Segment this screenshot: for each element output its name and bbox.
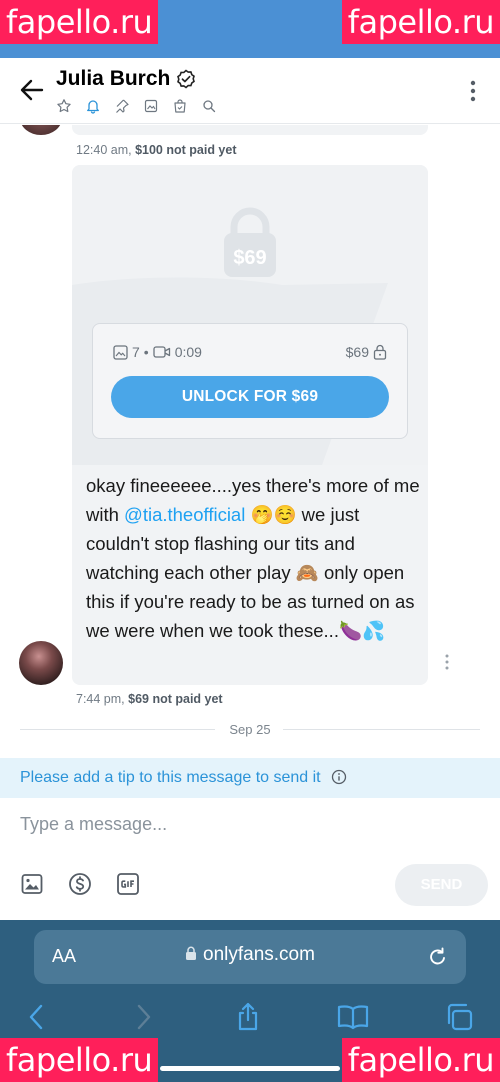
message-input[interactable]: Type a message... <box>20 814 167 835</box>
shopping-bag-icon[interactable] <box>172 98 188 114</box>
tip-banner-text: Please add a tip to this message to send… <box>20 769 321 786</box>
small-lock-icon <box>373 344 387 360</box>
tabs-icon[interactable] <box>444 1002 474 1032</box>
watermark: fapello.ru <box>0 1038 159 1082</box>
verified-badge-icon <box>177 69 195 89</box>
locked-message-bubble: $69 7 • 0:09 $69 UNLOCK FOR $69 okay fin… <box>72 165 428 685</box>
message-time: 7:44 pm, <box>76 692 125 706</box>
gallery-icon[interactable] <box>143 98 159 114</box>
message-meta: 7:44 pm, $69 not paid yet <box>76 692 223 706</box>
secure-lock-icon <box>186 946 197 960</box>
unlock-button[interactable]: UNLOCK FOR $69 <box>111 376 389 418</box>
send-button[interactable]: SEND <box>395 864 488 906</box>
locked-price-label: $69 <box>233 247 267 269</box>
avatar[interactable] <box>19 641 63 685</box>
video-duration: 0:09 <box>174 344 202 360</box>
chat-thread[interactable]: 12:40 am, $100 not paid yet $69 7 • 0:09 <box>0 125 500 758</box>
search-icon[interactable] <box>201 98 217 114</box>
media-info: 7 • 0:09 <box>113 344 202 360</box>
header-actions <box>56 98 217 114</box>
tip-dollar-icon[interactable] <box>68 872 92 896</box>
more-options-icon[interactable] <box>470 80 476 102</box>
composer-tools <box>20 872 140 896</box>
gif-icon[interactable] <box>116 872 140 896</box>
date-separator: Sep 25 <box>229 722 271 737</box>
reload-icon[interactable] <box>428 946 448 968</box>
url-text: onlyfans.com <box>203 944 315 965</box>
previous-message-bubble <box>72 125 428 135</box>
mention-link[interactable]: @tia.theofficial <box>124 504 245 525</box>
back-arrow-icon[interactable] <box>18 76 46 104</box>
price-label: $69 <box>345 344 369 360</box>
address-bar[interactable]: AA onlyfans.com <box>34 930 466 984</box>
pin-icon[interactable] <box>114 98 130 114</box>
watermark: fapello.ru <box>0 0 159 44</box>
photo-count: 7 <box>132 344 140 360</box>
payment-status: $100 not paid yet <box>135 143 237 157</box>
message-options-icon[interactable] <box>445 654 449 670</box>
url-field[interactable]: onlyfans.com <box>34 944 466 966</box>
forward-nav-icon[interactable] <box>136 1002 152 1032</box>
bell-icon[interactable] <box>85 98 101 114</box>
locked-media-preview[interactable]: $69 7 • 0:09 $69 UNLOCK FOR $69 <box>72 165 428 465</box>
bookmarks-icon[interactable] <box>336 1002 370 1032</box>
chat-header: Julia Burch <box>0 58 500 124</box>
message-composer: Type a message... SEND <box>0 798 500 920</box>
star-icon[interactable] <box>56 98 72 114</box>
back-nav-icon[interactable] <box>28 1002 44 1032</box>
separator-dot: • <box>143 344 149 360</box>
page-title[interactable]: Julia Burch <box>56 67 170 91</box>
watermark: fapello.ru <box>341 1038 500 1082</box>
tip-required-banner: Please add a tip to this message to send… <box>0 758 500 798</box>
unlock-card: 7 • 0:09 $69 UNLOCK FOR $69 <box>92 323 408 439</box>
video-icon <box>153 346 170 358</box>
message-time: 12:40 am, <box>76 143 132 157</box>
avatar[interactable] <box>20 125 62 135</box>
previous-message-meta: 12:40 am, $100 not paid yet <box>76 143 237 157</box>
media-price: $69 <box>346 344 387 360</box>
watermark: fapello.ru <box>341 0 500 44</box>
message-text: okay fineeeeee....yes there's more of me… <box>86 471 422 645</box>
payment-status: $69 not paid yet <box>128 692 223 706</box>
image-upload-icon[interactable] <box>20 872 44 896</box>
home-indicator <box>160 1066 340 1071</box>
share-icon[interactable] <box>234 1002 262 1032</box>
info-icon[interactable] <box>331 769 347 785</box>
image-icon <box>113 344 128 360</box>
